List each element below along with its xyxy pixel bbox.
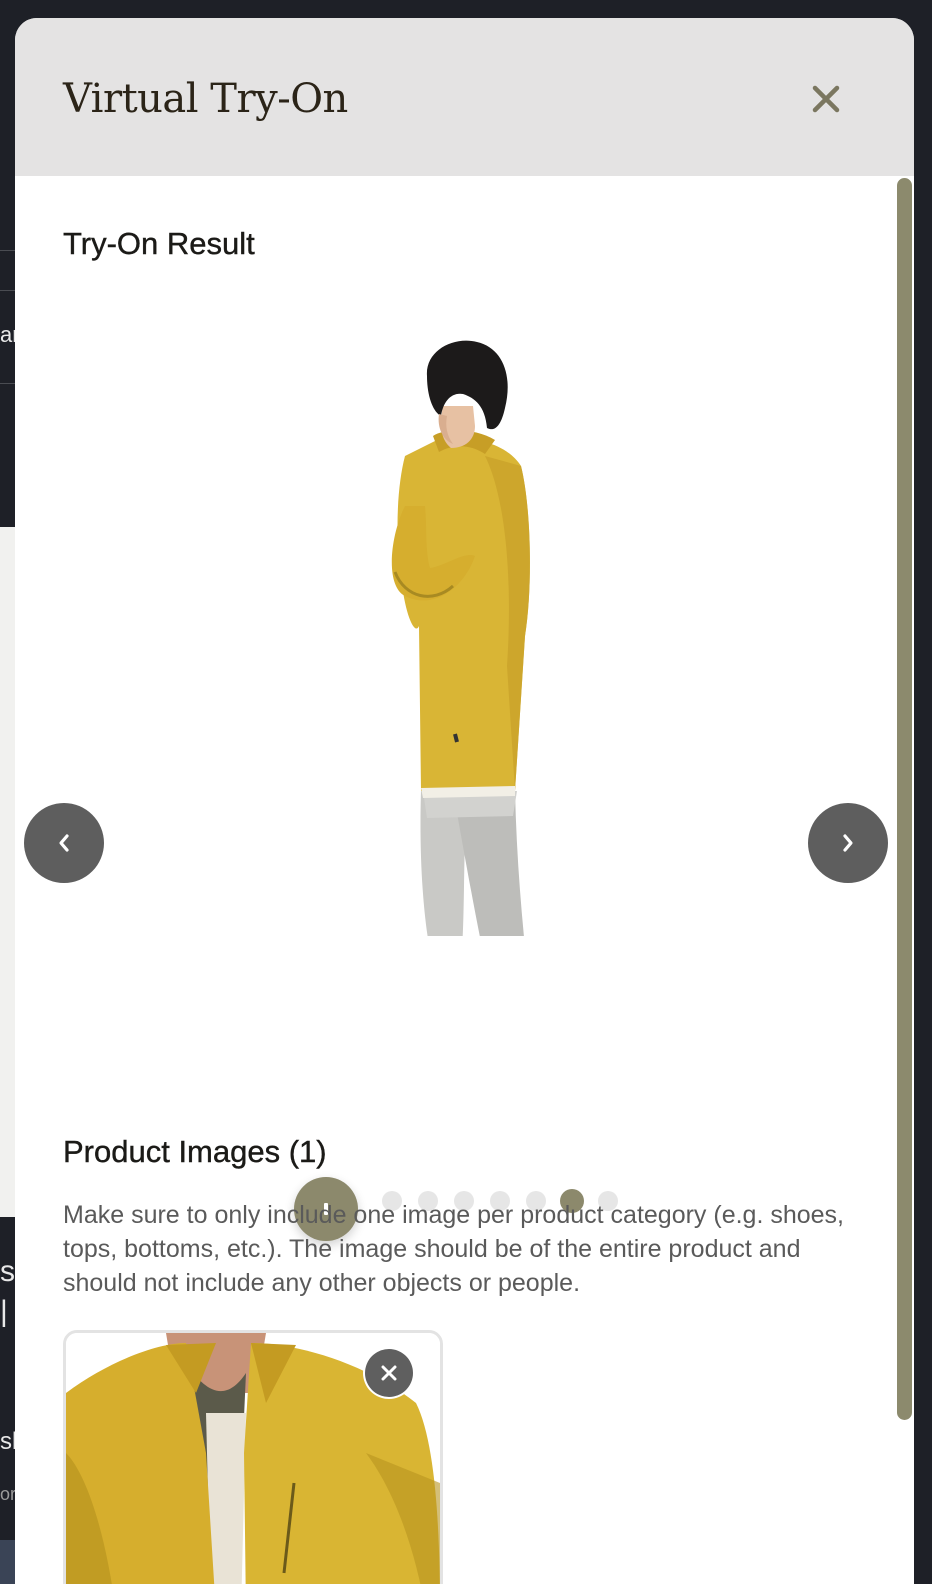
try-on-result-heading: Try-On Result <box>63 226 255 261</box>
background-text-fragment: | <box>0 1295 8 1328</box>
remove-product-button[interactable] <box>365 1349 413 1397</box>
try-on-result-image <box>391 340 530 936</box>
product-images-helper-text: Make sure to only include one image per … <box>63 1201 844 1297</box>
chevron-right-icon <box>843 834 853 852</box>
next-slide-button[interactable] <box>808 803 888 883</box>
product-images-heading: Product Images (1) <box>63 1134 327 1169</box>
chevron-left-icon <box>59 834 69 852</box>
modal-body: Try-On Result Product Images (1) Make su… <box>15 176 914 1584</box>
background-text-fragment: s <box>0 1255 15 1288</box>
modal-title: Virtual Try-On <box>63 76 348 122</box>
close-icon <box>381 1365 397 1381</box>
close-icon <box>812 85 840 113</box>
modal-header: Virtual Try-On <box>15 18 914 176</box>
previous-slide-button[interactable] <box>24 803 104 883</box>
close-button[interactable] <box>805 78 847 120</box>
background-text-fragment: or <box>0 1484 17 1504</box>
virtual-try-on-modal: Virtual Try-On Try-On Result Product Ima… <box>15 18 914 1584</box>
scrollbar-thumb[interactable] <box>897 178 912 1420</box>
